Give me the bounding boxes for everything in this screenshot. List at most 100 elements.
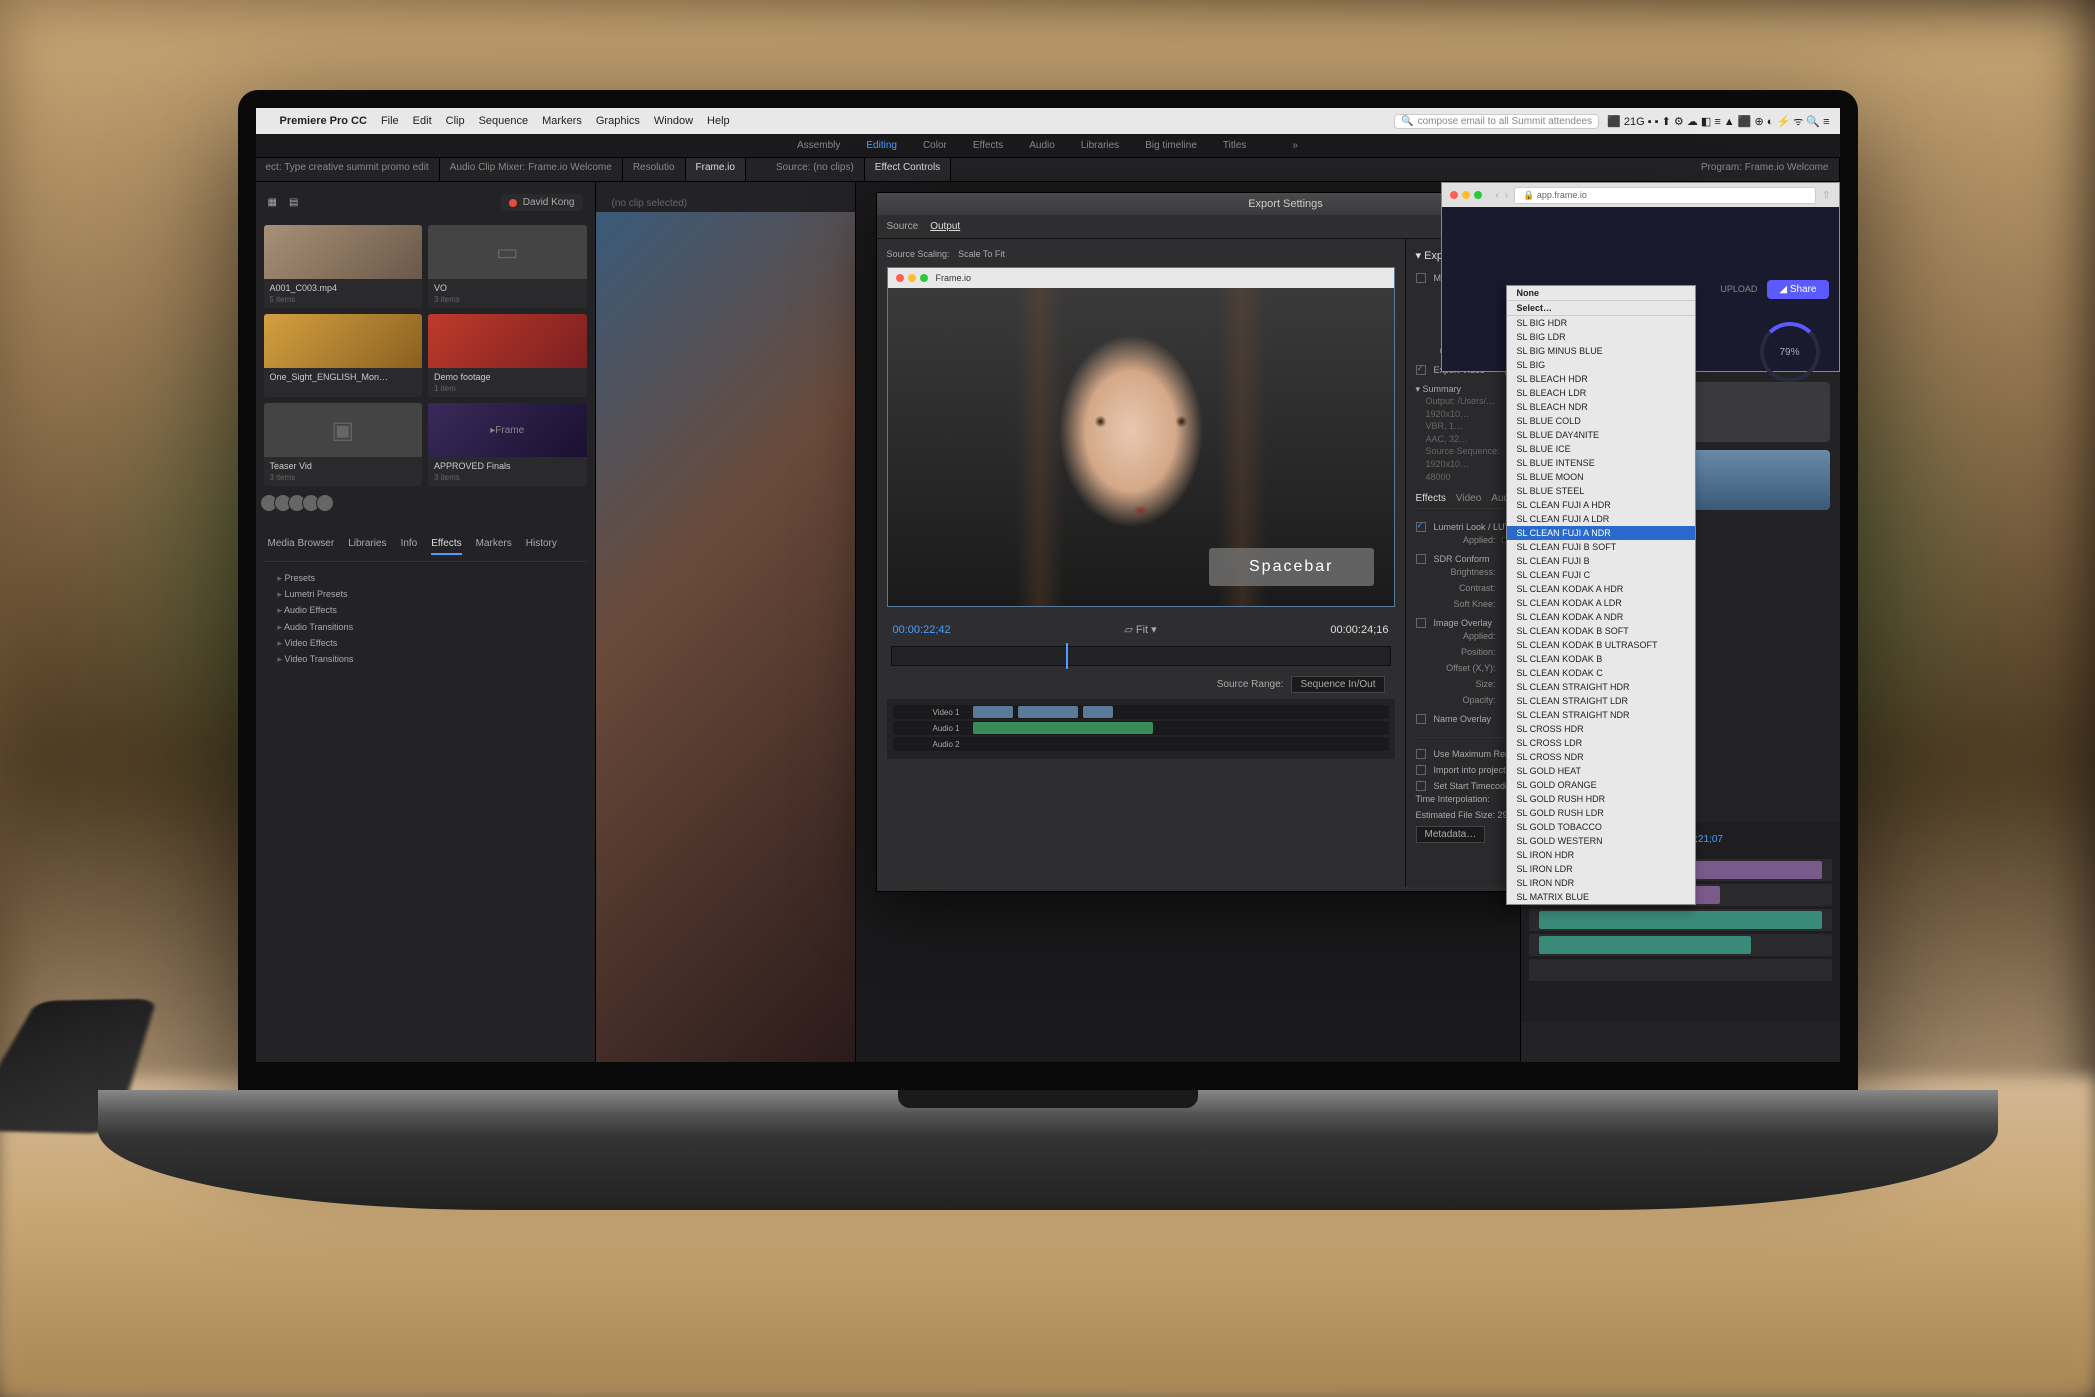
- max-render-check[interactable]: [1416, 749, 1426, 759]
- lut-option[interactable]: SL BLUE STEEL: [1507, 484, 1695, 498]
- lut-option[interactable]: SL BIG LDR: [1507, 330, 1695, 344]
- sett-tab-video[interactable]: Video: [1456, 493, 1481, 504]
- lut-option[interactable]: SL CLEAN KODAK A HDR: [1507, 582, 1695, 596]
- ws-assembly[interactable]: Assembly: [797, 140, 840, 151]
- maximize-icon[interactable]: [1474, 191, 1482, 199]
- lut-option[interactable]: SL CLEAN STRAIGHT HDR: [1507, 680, 1695, 694]
- lut-option[interactable]: SL BIG: [1507, 358, 1695, 372]
- lut-option[interactable]: SL CROSS HDR: [1507, 722, 1695, 736]
- lut-option[interactable]: SL CLEAN KODAK C: [1507, 666, 1695, 680]
- media-item[interactable]: ▸Frame APPROVED Finals3 items: [428, 403, 587, 486]
- export-tab-source[interactable]: Source: [887, 221, 919, 232]
- tree-video-trans[interactable]: Video Transitions: [264, 651, 587, 667]
- media-item[interactable]: Demo footage1 item: [428, 314, 587, 397]
- tab-program[interactable]: Program: Frame.io Welcome: [1691, 158, 1840, 181]
- tree-video-fx[interactable]: Video Effects: [264, 635, 587, 651]
- menu-file[interactable]: File: [381, 115, 399, 127]
- lut-option[interactable]: SL BIG HDR: [1507, 316, 1695, 330]
- tab-media-browser[interactable]: Media Browser: [268, 538, 335, 555]
- ws-color[interactable]: Color: [923, 140, 947, 151]
- lut-option[interactable]: SL BIG MINUS BLUE: [1507, 344, 1695, 358]
- lut-option[interactable]: SL BLUE DAY4NITE: [1507, 428, 1695, 442]
- lut-option[interactable]: SL GOLD HEAT: [1507, 764, 1695, 778]
- export-video-check[interactable]: [1416, 365, 1426, 375]
- tab-info[interactable]: Info: [401, 538, 418, 555]
- lut-option[interactable]: SL GOLD ORANGE: [1507, 778, 1695, 792]
- lut-option[interactable]: SL BLEACH LDR: [1507, 386, 1695, 400]
- tab-frameio[interactable]: Frame.io: [686, 158, 746, 181]
- tree-audio-trans[interactable]: Audio Transitions: [264, 619, 587, 635]
- lumetri-check[interactable]: [1416, 522, 1426, 532]
- source-range-select[interactable]: Sequence In/Out: [1291, 676, 1384, 693]
- lut-option[interactable]: SL CLEAN KODAK A NDR: [1507, 610, 1695, 624]
- ws-effects[interactable]: Effects: [973, 140, 1003, 151]
- tab-project[interactable]: ect: Type creative summit promo edit: [256, 158, 440, 181]
- lut-option[interactable]: SL GOLD RUSH HDR: [1507, 792, 1695, 806]
- lut-option[interactable]: SL MATRIX BLUE: [1507, 890, 1695, 904]
- tab-mixer[interactable]: Audio Clip Mixer: Frame.io Welcome: [440, 158, 623, 181]
- lut-option[interactable]: SL CLEAN FUJI A HDR: [1507, 498, 1695, 512]
- tree-lumetri[interactable]: Lumetri Presets: [264, 586, 587, 602]
- tree-presets[interactable]: Presets: [264, 570, 587, 586]
- lut-option[interactable]: SL CLEAN KODAK B SOFT: [1507, 624, 1695, 638]
- start-tc-check[interactable]: [1416, 781, 1426, 791]
- ws-libraries[interactable]: Libraries: [1081, 140, 1119, 151]
- lut-option[interactable]: SL CLEAN FUJI C: [1507, 568, 1695, 582]
- minimize-icon[interactable]: [908, 274, 916, 282]
- menu-sequence[interactable]: Sequence: [479, 115, 529, 127]
- lut-option[interactable]: SL CLEAN KODAK A LDR: [1507, 596, 1695, 610]
- menu-edit[interactable]: Edit: [413, 115, 432, 127]
- lut-option[interactable]: SL CLEAN STRAIGHT LDR: [1507, 694, 1695, 708]
- sett-tab-effects[interactable]: Effects: [1416, 493, 1446, 504]
- close-icon[interactable]: [1450, 191, 1458, 199]
- timecode-in[interactable]: 00:00:22;42: [893, 624, 951, 636]
- tab-markers[interactable]: Markers: [476, 538, 512, 555]
- ws-titles[interactable]: Titles: [1223, 140, 1247, 151]
- tab-effects[interactable]: Effects: [431, 538, 461, 555]
- overlay-check[interactable]: [1416, 618, 1426, 628]
- lut-option[interactable]: SL CLEAN KODAK B: [1507, 652, 1695, 666]
- lut-option[interactable]: SL BLEACH HDR: [1507, 372, 1695, 386]
- match-seq-checkbox[interactable]: [1416, 273, 1426, 283]
- sdr-check[interactable]: [1416, 554, 1426, 564]
- tab-effect-controls[interactable]: Effect Controls: [865, 158, 951, 181]
- fit-icon[interactable]: ▱ Fit ▾: [1124, 623, 1156, 636]
- lut-option[interactable]: SL IRON LDR: [1507, 862, 1695, 876]
- user-chip[interactable]: David Kong: [501, 194, 583, 211]
- close-icon[interactable]: [896, 274, 904, 282]
- media-item[interactable]: A001_C003.mp45 items: [264, 225, 423, 308]
- lut-option[interactable]: SL GOLD WESTERN: [1507, 834, 1695, 848]
- lut-option[interactable]: SL BLUE INTENSE: [1507, 456, 1695, 470]
- lut-option[interactable]: SL CLEAN FUJI B: [1507, 554, 1695, 568]
- audio-track[interactable]: [1529, 934, 1832, 956]
- fwd-icon[interactable]: ›: [1505, 190, 1508, 201]
- media-item[interactable]: One_Sight_ENGLISH_Mon…: [264, 314, 423, 397]
- import-proj-check[interactable]: [1416, 765, 1426, 775]
- ws-audio[interactable]: Audio: [1029, 140, 1055, 151]
- chevron-right-icon[interactable]: »: [1292, 140, 1298, 151]
- lut-option[interactable]: SL BLEACH NDR: [1507, 400, 1695, 414]
- tab-history[interactable]: History: [526, 538, 557, 555]
- lut-option[interactable]: SL CLEAN FUJI A NDR: [1507, 526, 1695, 540]
- avatar[interactable]: [316, 494, 334, 512]
- ws-editing[interactable]: Editing: [866, 140, 897, 151]
- lut-dropdown[interactable]: None Select… SL BIG HDRSL BIG LDRSL BIG …: [1506, 285, 1696, 905]
- lut-option[interactable]: SL BLUE ICE: [1507, 442, 1695, 456]
- tab-source[interactable]: Source: (no clips): [766, 158, 865, 181]
- lut-option[interactable]: SL IRON HDR: [1507, 848, 1695, 862]
- lut-option[interactable]: SL CLEAN FUJI A LDR: [1507, 512, 1695, 526]
- tab-resolutio[interactable]: Resolutio: [623, 158, 686, 181]
- audio-track[interactable]: [1529, 909, 1832, 931]
- lut-option[interactable]: SL BLUE MOON: [1507, 470, 1695, 484]
- metadata-button[interactable]: Metadata…: [1416, 826, 1486, 843]
- lut-option[interactable]: SL GOLD RUSH LDR: [1507, 806, 1695, 820]
- menu-window[interactable]: Window: [654, 115, 693, 127]
- lut-option[interactable]: SL CLEAN STRAIGHT NDR: [1507, 708, 1695, 722]
- maximize-icon[interactable]: [920, 274, 928, 282]
- lut-option[interactable]: SL BLUE COLD: [1507, 414, 1695, 428]
- tab-libraries[interactable]: Libraries: [348, 538, 386, 555]
- media-item[interactable]: ▣ Teaser Vid3 items: [264, 403, 423, 486]
- media-item[interactable]: ▭ VO3 items: [428, 225, 587, 308]
- scrubber[interactable]: [891, 646, 1391, 666]
- lut-option[interactable]: SL MATRIX GREEN: [1507, 904, 1695, 905]
